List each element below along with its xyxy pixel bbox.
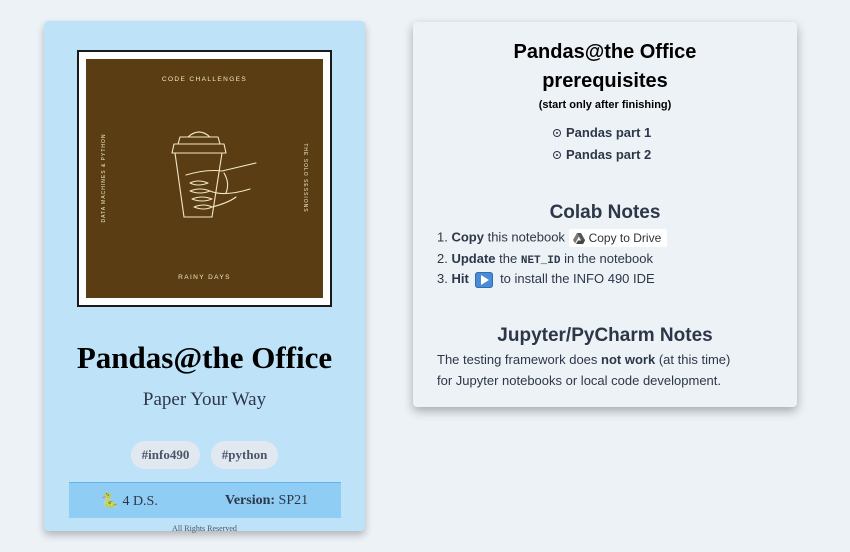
notes-panel: Pandas@the Office prerequisites (start o… bbox=[413, 22, 797, 407]
jupyter-heading: Jupyter/PyCharm Notes bbox=[497, 325, 713, 346]
step-text: to install the INFO 490 IDE bbox=[500, 271, 655, 286]
step-action: Copy bbox=[451, 229, 484, 245]
tag-list: #info490 #python bbox=[44, 441, 365, 469]
prereq-item[interactable]: Pandas part 2 bbox=[553, 147, 651, 162]
google-drive-icon bbox=[572, 233, 585, 245]
tag-info490[interactable]: #info490 bbox=[130, 441, 201, 469]
net-id-code: NET_ID bbox=[520, 255, 561, 267]
rights-text: All Rights Reserved bbox=[172, 524, 237, 533]
colab-step-3: 3. Hit to install the INFO 490 IDE bbox=[437, 271, 655, 288]
cover-left-text: DATA MACHINES & PYTHON bbox=[101, 133, 107, 223]
book-subtitle: Paper Your Way bbox=[142, 389, 267, 410]
play-icon[interactable] bbox=[475, 271, 494, 288]
panel-subtitle: prerequisites bbox=[542, 70, 668, 92]
panel-title: Pandas@the Office bbox=[513, 41, 697, 63]
step-number: 1. bbox=[437, 229, 448, 245]
jupyter-emphasis: not work bbox=[601, 352, 656, 367]
radio-bullet-icon bbox=[553, 150, 561, 159]
book-cover: CODE CHALLENGES DATA MACHINES & PYTHON T… bbox=[86, 59, 323, 298]
step-action: Hit bbox=[451, 271, 469, 286]
colab-step-1: 1. Copy this notebook Copy to Drive bbox=[437, 229, 668, 247]
panel-note: (start only after finishing) bbox=[538, 99, 672, 111]
colab-step-2: 2. Update the NET_ID in the notebook bbox=[437, 251, 653, 267]
prereq-item[interactable]: Pandas part 1 bbox=[553, 125, 651, 140]
step-number: 2. bbox=[437, 251, 448, 266]
book-cover-frame: CODE CHALLENGES DATA MACHINES & PYTHON T… bbox=[77, 50, 332, 307]
version-label: Version: bbox=[225, 493, 276, 508]
step-action: Update bbox=[451, 251, 496, 266]
prereq-label: Pandas part 2 bbox=[566, 147, 652, 162]
book-title: Pandas@the Office bbox=[76, 340, 333, 375]
jupyter-text: The testing framework does bbox=[437, 352, 598, 367]
prereq-label: Pandas part 1 bbox=[566, 125, 652, 140]
coffee-cup-hand-icon bbox=[171, 131, 257, 218]
book-card: CODE CHALLENGES DATA MACHINES & PYTHON T… bbox=[44, 21, 365, 533]
version-info: Version: SP21 bbox=[225, 493, 308, 509]
step-text: this notebook bbox=[487, 229, 565, 245]
cover-right-text: THE SOLO SESSIONS bbox=[302, 143, 308, 213]
snake-icon: 🐍 bbox=[101, 494, 119, 509]
step-text: the bbox=[499, 251, 518, 266]
jupyter-line-2: for Jupyter notebooks or local code deve… bbox=[437, 373, 722, 388]
copy-to-drive-button[interactable]: Copy to Drive bbox=[568, 229, 668, 247]
step-text: in the notebook bbox=[564, 251, 653, 266]
tag-python[interactable]: #python bbox=[210, 441, 279, 469]
cover-bottom-text: RAINY DAYS bbox=[178, 274, 231, 281]
step-number: 3. bbox=[437, 271, 448, 286]
version-value: SP21 bbox=[278, 493, 309, 508]
radio-bullet-icon bbox=[553, 128, 561, 137]
cover-top-text: CODE CHALLENGES bbox=[161, 76, 248, 83]
copy-to-drive-label: Copy to Drive bbox=[588, 231, 662, 245]
ds-text: 4 D.S. bbox=[122, 494, 158, 509]
jupyter-text: (at this time) bbox=[658, 352, 731, 367]
colab-heading: Colab Notes bbox=[549, 202, 661, 223]
info-bar: 🐍 4 D.S. Version: SP21 bbox=[69, 482, 341, 518]
ds-label: 🐍 4 D.S. bbox=[101, 493, 158, 510]
jupyter-line-1: The testing framework does not work (at … bbox=[437, 352, 730, 367]
